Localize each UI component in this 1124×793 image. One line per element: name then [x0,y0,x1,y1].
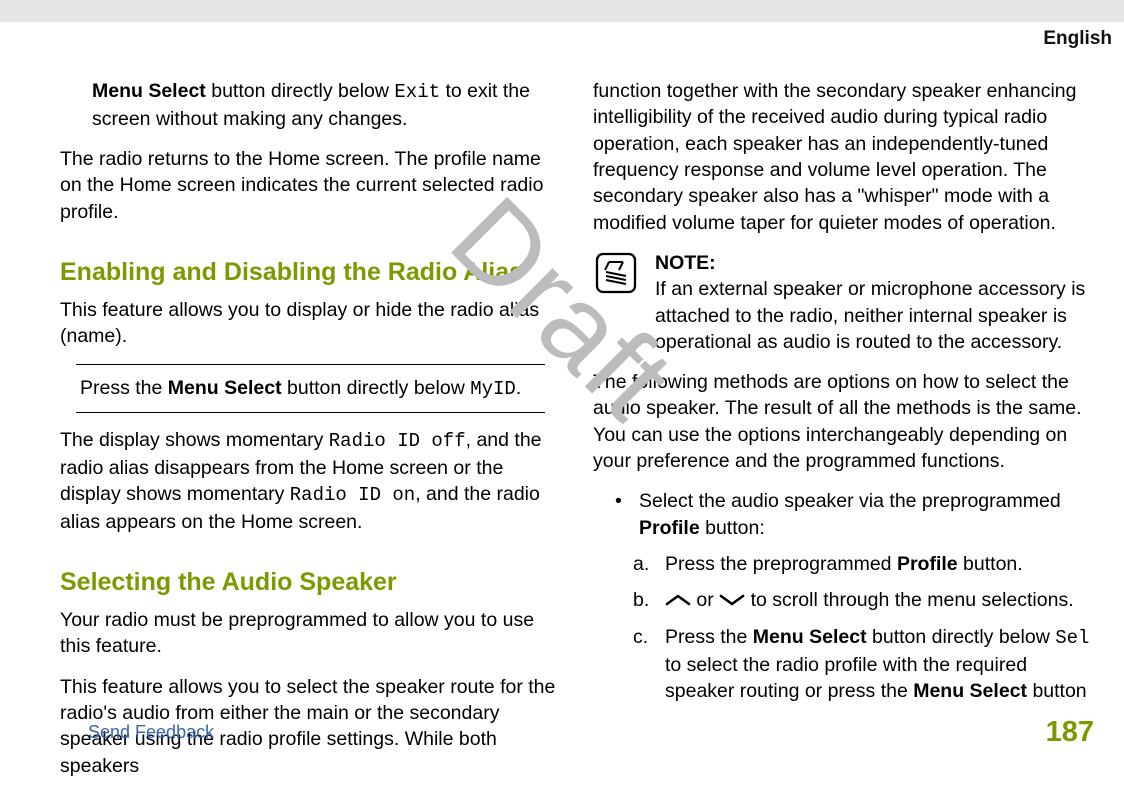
menu-select-label: Menu Select [913,680,1027,702]
profile-label: Profile [639,517,700,539]
text: Select the audio speaker via the preprog… [639,490,1061,512]
text: to scroll through the menu selections. [751,589,1074,611]
text: or [696,589,719,611]
code-sel: Sel [1055,627,1089,649]
list-label-b: b. [633,587,655,614]
heading-radio-alias: Enabling and Disabling the Radio Alias [60,257,561,287]
note-text: If an external speaker or microphone acc… [655,276,1094,355]
step-c: c. Press the Menu Select button directly… [593,624,1094,704]
para-speaker-cont: function together with the secondary spe… [593,78,1094,236]
step-a: a. Press the preprogrammed Profile butto… [593,551,1094,577]
para-methods: The following methods are options on how… [593,369,1094,474]
text: Press the [80,377,168,399]
note-icon [593,250,641,355]
left-column: Menu Select button directly below Exit t… [60,78,561,793]
text: button. [963,553,1023,575]
list-label-a: a. [633,551,655,577]
menu-select-label: Menu Select [168,377,282,399]
bullet-marker: • [615,488,625,541]
menu-select-label: Menu Select [92,80,206,102]
para-home-return: The radio returns to the Home screen. Th… [60,146,561,225]
text: . [516,377,521,399]
list-label-c: c. [633,624,655,704]
para-alias-intro: This feature allows you to display or hi… [60,297,561,350]
para-alias-result: The display shows momentary Radio ID off… [60,427,561,535]
text: Press the [665,626,753,648]
menu-select-label: Menu Select [753,626,867,648]
text: The display shows momentary [60,429,329,451]
code-radio-off: Radio ID off [329,430,466,452]
text: Press the preprogrammed [665,553,897,575]
step-b: b. or to scroll through the menu selecti… [593,587,1094,614]
down-arrow-icon [719,588,745,614]
language-label: English [1043,28,1112,50]
top-bar [0,0,1124,22]
code-myid: MyID [470,378,516,400]
para-preprog: Your radio must be preprogrammed to allo… [60,607,561,660]
code-radio-on: Radio ID on [290,484,415,506]
note-block: NOTE: If an external speaker or micropho… [593,250,1094,355]
send-feedback-link[interactable]: Send Feedback [60,722,214,743]
page-number: 187 [1046,716,1094,749]
text: button directly below [287,377,470,399]
text: button directly below [211,80,394,102]
code-exit: Exit [394,81,440,103]
profile-label: Profile [897,553,958,575]
heading-audio-speaker: Selecting the Audio Speaker [60,567,561,597]
right-column: function together with the secondary spe… [593,78,1094,793]
step-box: Press the Menu Select button directly be… [60,364,561,414]
text: button: [705,517,765,539]
para-exit-step: Menu Select button directly below Exit t… [60,78,561,132]
bullet-profile: • Select the audio speaker via the prepr… [593,488,1094,541]
note-title: NOTE: [655,250,1094,276]
text: button [1032,680,1086,702]
up-arrow-icon [665,588,691,614]
text: button directly below [872,626,1055,648]
step-myid: Press the Menu Select button directly be… [76,375,545,403]
